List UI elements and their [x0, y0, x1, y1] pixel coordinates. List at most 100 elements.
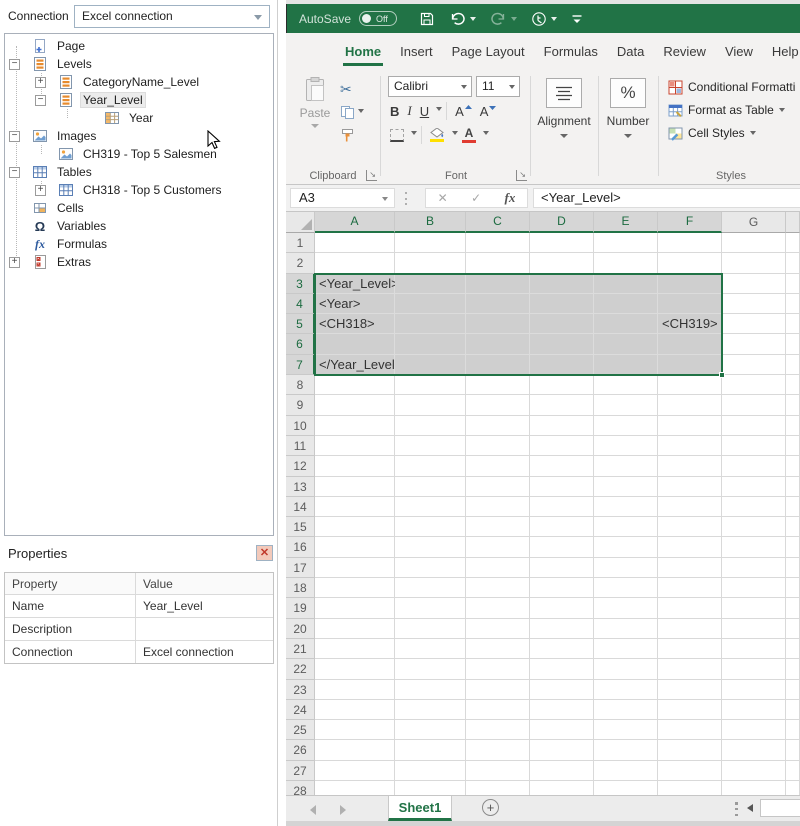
grid-cell-D28[interactable] — [530, 781, 594, 795]
grid-cell-D9[interactable] — [530, 395, 594, 415]
grid-cell-E19[interactable] — [594, 598, 658, 618]
grid-cell-B1[interactable] — [395, 233, 466, 253]
tab-formulas[interactable]: Formulas — [544, 33, 598, 70]
grid-cell-H6[interactable] — [786, 334, 800, 354]
grid-cell-F20[interactable] — [658, 619, 722, 639]
grid-cell-E25[interactable] — [594, 720, 658, 740]
grid-cell-F17[interactable] — [658, 558, 722, 578]
grid-cell-B7[interactable] — [395, 355, 466, 375]
grid-cell-F24[interactable] — [658, 700, 722, 720]
grid-cell-A1[interactable] — [315, 233, 395, 253]
grid-cell-G7[interactable] — [722, 355, 786, 375]
bold-button[interactable]: B — [386, 104, 403, 119]
row-header-19[interactable]: 19 — [286, 598, 315, 618]
tab-insert[interactable]: Insert — [400, 33, 433, 70]
grid-cell-D15[interactable] — [530, 517, 594, 537]
horizontal-scrollbar[interactable] — [760, 799, 800, 817]
grid-cell-G17[interactable] — [722, 558, 786, 578]
grid-cell-D21[interactable] — [530, 639, 594, 659]
alignment-button[interactable]: Alignment — [530, 78, 598, 138]
grid-cell-D26[interactable] — [530, 740, 594, 760]
number-button[interactable]: % Number — [598, 78, 658, 138]
collapse-icon[interactable]: − — [35, 95, 46, 106]
column-header-F[interactable]: F — [658, 212, 722, 233]
column-header-C[interactable]: C — [466, 212, 530, 233]
tree-item-images[interactable]: −Images — [5, 127, 273, 145]
grid-cell-D27[interactable] — [530, 761, 594, 781]
grid-cell-D14[interactable] — [530, 497, 594, 517]
grid-cell-E16[interactable] — [594, 537, 658, 557]
grid-cell-B10[interactable] — [395, 416, 466, 436]
fill-color-button[interactable] — [426, 128, 449, 142]
grid-cell-C19[interactable] — [466, 598, 530, 618]
grid-cell-H20[interactable] — [786, 619, 800, 639]
grid-cell-D5[interactable] — [530, 314, 594, 334]
grid-cell-D13[interactable] — [530, 477, 594, 497]
grid-cell-H7[interactable] — [786, 355, 800, 375]
grid-cell-H11[interactable] — [786, 436, 800, 456]
grid-cell-A14[interactable] — [315, 497, 395, 517]
grid-cell-D6[interactable] — [530, 334, 594, 354]
grid-cell-B14[interactable] — [395, 497, 466, 517]
cut-button[interactable]: ✂ — [340, 78, 374, 101]
grid-cell-A17[interactable] — [315, 558, 395, 578]
tab-help[interactable]: Help — [772, 33, 799, 70]
grid-cell-H2[interactable] — [786, 253, 800, 273]
grid-cell-B17[interactable] — [395, 558, 466, 578]
name-box[interactable]: A3 — [290, 188, 395, 208]
grid-cell-C8[interactable] — [466, 375, 530, 395]
grid-cell-F7[interactable] — [658, 355, 722, 375]
grid-cell-B24[interactable] — [395, 700, 466, 720]
grid-cell-F23[interactable] — [658, 680, 722, 700]
formula-input[interactable]: <Year_Level> — [533, 188, 800, 208]
grid-cell-G1[interactable] — [722, 233, 786, 253]
underline-button[interactable]: U — [416, 104, 433, 119]
tree-item-year-level[interactable]: −Year_Level — [5, 91, 273, 109]
expand-icon[interactable]: + — [9, 257, 20, 268]
grid-cell-F15[interactable] — [658, 517, 722, 537]
grid-cell-E4[interactable] — [594, 294, 658, 314]
grid-cell-A7[interactable]: </Year_Level> — [315, 355, 395, 375]
grid-cell-G25[interactable] — [722, 720, 786, 740]
grid-cell-E18[interactable] — [594, 578, 658, 598]
tab-view[interactable]: View — [725, 33, 753, 70]
grid-cell-E12[interactable] — [594, 456, 658, 476]
grid-cell-D25[interactable] — [530, 720, 594, 740]
grid-cell-A9[interactable] — [315, 395, 395, 415]
row-header-28[interactable]: 28 — [286, 781, 315, 795]
grid-cell-A19[interactable] — [315, 598, 395, 618]
grid-cell-A12[interactable] — [315, 456, 395, 476]
conditional-formatting-button[interactable]: Conditional Formatti — [668, 77, 795, 97]
column-header-E[interactable]: E — [594, 212, 658, 233]
grid-cell-B15[interactable] — [395, 517, 466, 537]
grid-cell-G16[interactable] — [722, 537, 786, 557]
font-dialog-launcher[interactable]: ↘ — [516, 170, 527, 181]
grid-cell-C27[interactable] — [466, 761, 530, 781]
tab-home[interactable]: Home — [345, 33, 381, 70]
grid-cell-E11[interactable] — [594, 436, 658, 456]
column-header-D[interactable]: D — [530, 212, 594, 233]
tree-item-extras[interactable]: +Extras — [5, 253, 273, 271]
grid-cell-C12[interactable] — [466, 456, 530, 476]
confirm-entry-button[interactable]: ✓ — [471, 191, 481, 205]
row-header-3[interactable]: 3 — [286, 274, 315, 294]
grid-cell-H10[interactable] — [786, 416, 800, 436]
grid-cell-B2[interactable] — [395, 253, 466, 273]
grid-cell-A24[interactable] — [315, 700, 395, 720]
touch-mode-button[interactable] — [531, 11, 557, 27]
grid-cell-F18[interactable] — [658, 578, 722, 598]
cancel-entry-button[interactable]: ✕ — [438, 191, 448, 205]
grid-cell-F10[interactable] — [658, 416, 722, 436]
grid-cell-H8[interactable] — [786, 375, 800, 395]
row-header-26[interactable]: 26 — [286, 740, 315, 760]
grid-cell-C22[interactable] — [466, 659, 530, 679]
insert-function-button[interactable]: fx — [504, 190, 515, 206]
row-header-15[interactable]: 15 — [286, 517, 315, 537]
grid-cell-D7[interactable] — [530, 355, 594, 375]
expand-icon[interactable]: + — [35, 185, 46, 196]
grid-cell-B12[interactable] — [395, 456, 466, 476]
grid-cell-H28[interactable] — [786, 781, 800, 795]
grid-cell-C14[interactable] — [466, 497, 530, 517]
grid-cell-D24[interactable] — [530, 700, 594, 720]
grid-cell-H22[interactable] — [786, 659, 800, 679]
